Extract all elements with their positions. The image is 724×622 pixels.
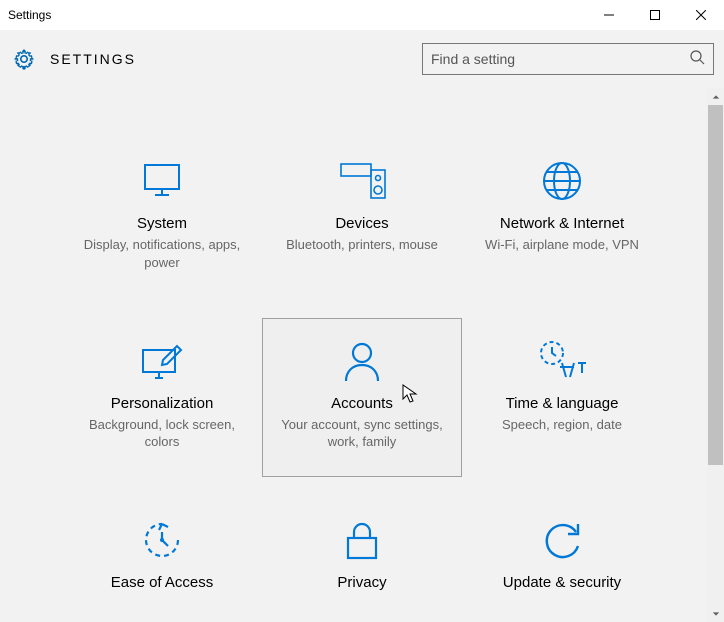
system-icon <box>132 159 192 203</box>
gear-icon <box>12 47 36 71</box>
personalization-icon <box>132 339 192 383</box>
scroll-thumb[interactable] <box>708 105 723 465</box>
close-button[interactable] <box>678 0 724 30</box>
tile-subtitle: Wi-Fi, airplane mode, VPN <box>485 236 639 254</box>
tile-subtitle: Background, lock screen, colors <box>77 416 247 451</box>
tile-privacy[interactable]: Privacy <box>262 497 462 622</box>
tile-title: Ease of Access <box>111 574 214 591</box>
tile-update-security[interactable]: Update & security <box>462 497 662 622</box>
tile-devices[interactable]: Devices Bluetooth, printers, mouse <box>262 138 462 298</box>
settings-grid: System Display, notifications, apps, pow… <box>0 88 724 622</box>
search-box[interactable] <box>422 43 714 75</box>
tile-title: Privacy <box>337 574 386 591</box>
tile-title: Personalization <box>111 395 214 412</box>
tile-accounts[interactable]: Accounts Your account, sync settings, wo… <box>262 318 462 478</box>
scroll-up-button[interactable] <box>707 88 724 105</box>
tile-title: Update & security <box>503 574 621 591</box>
tile-ease-of-access[interactable]: Ease of Access <box>62 497 262 622</box>
accounts-icon <box>332 339 392 383</box>
scroll-down-button[interactable] <box>707 605 724 622</box>
update-icon <box>532 518 592 562</box>
content: System Display, notifications, apps, pow… <box>0 88 724 622</box>
search-icon <box>689 49 705 70</box>
tile-title: System <box>137 215 187 232</box>
tile-title: Network & Internet <box>500 215 624 232</box>
ease-of-access-icon <box>132 518 192 562</box>
tile-title: Time & language <box>506 395 619 412</box>
header-left: SETTINGS <box>12 47 136 71</box>
scrollbar[interactable] <box>707 88 724 622</box>
window-title: Settings <box>0 8 51 22</box>
devices-icon <box>332 159 392 203</box>
search-input[interactable] <box>431 51 689 67</box>
maximize-button[interactable] <box>632 0 678 30</box>
page-title: SETTINGS <box>50 51 136 67</box>
titlebar: Settings <box>0 0 724 30</box>
tile-subtitle: Speech, region, date <box>502 416 622 434</box>
minimize-button[interactable] <box>586 0 632 30</box>
tile-subtitle: Your account, sync settings, work, famil… <box>277 416 447 451</box>
tile-subtitle: Bluetooth, printers, mouse <box>286 236 438 254</box>
header: SETTINGS <box>0 30 724 88</box>
tile-title: Devices <box>335 215 388 232</box>
globe-icon <box>532 159 592 203</box>
tile-subtitle: Display, notifications, apps, power <box>77 236 247 271</box>
tile-system[interactable]: System Display, notifications, apps, pow… <box>62 138 262 298</box>
window-controls <box>586 0 724 30</box>
lock-icon <box>332 518 392 562</box>
tile-personalization[interactable]: Personalization Background, lock screen,… <box>62 318 262 478</box>
time-language-icon <box>532 339 592 383</box>
tile-title: Accounts <box>331 395 393 412</box>
tile-network[interactable]: Network & Internet Wi-Fi, airplane mode,… <box>462 138 662 298</box>
tile-time-language[interactable]: Time & language Speech, region, date <box>462 318 662 478</box>
